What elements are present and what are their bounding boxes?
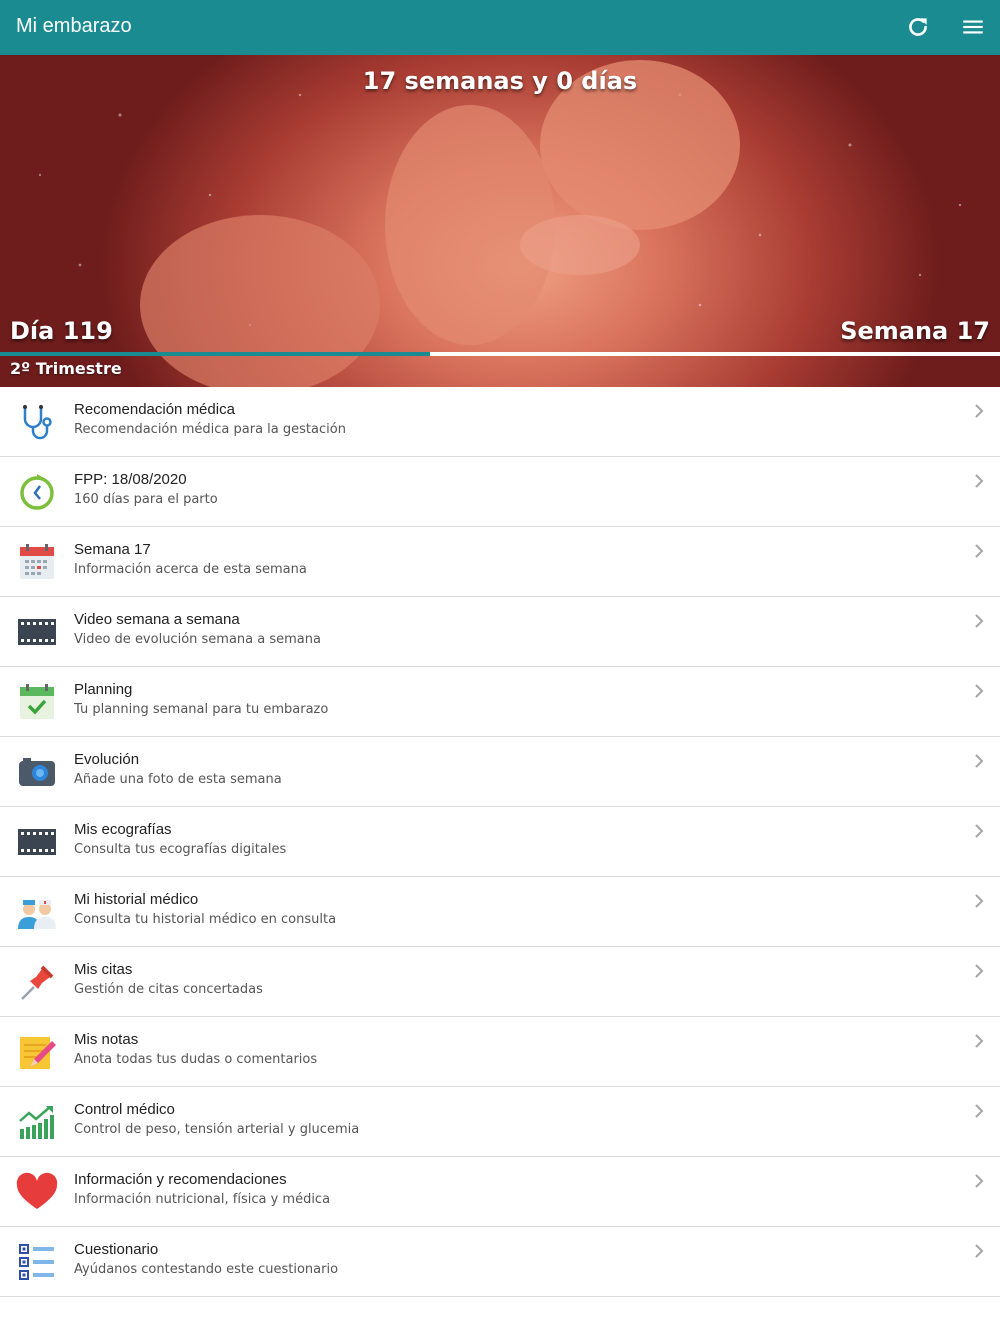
- gestation-heading: 17 semanas y 0 días: [362, 67, 638, 95]
- refresh-icon[interactable]: [905, 14, 931, 40]
- item-title: Mis ecografías: [74, 821, 172, 838]
- growth-chart-icon: [19, 1106, 54, 1139]
- item-subtitle: Recomendación médica para la gestación: [74, 422, 346, 437]
- item-title: Mi historial médico: [74, 891, 199, 908]
- list-item[interactable]: Control médico Control de peso, tensión …: [0, 1087, 1000, 1157]
- item-subtitle: 160 días para el parto: [74, 492, 218, 507]
- item-title: Video semana a semana: [74, 611, 240, 628]
- item-subtitle: Añade una foto de esta semana: [74, 772, 282, 787]
- list-item[interactable]: Evolución Añade una foto de esta semana: [0, 737, 1000, 807]
- calendar-icon: [20, 544, 54, 579]
- chevron-right-icon: [975, 684, 984, 698]
- item-title: Control médico: [74, 1101, 175, 1118]
- menu-list: Recomendación médica Recomendación médic…: [0, 387, 1000, 1297]
- item-subtitle: Video de evolución semana a semana: [74, 632, 321, 647]
- chevron-right-icon: [975, 614, 984, 628]
- item-title: Cuestionario: [74, 1241, 159, 1258]
- item-title: Evolución: [74, 751, 140, 768]
- item-subtitle: Consulta tu historial médico en consulta: [74, 912, 337, 927]
- camera-icon: [19, 758, 55, 786]
- heart-icon: [16, 1172, 58, 1209]
- item-subtitle: Información nutricional, física y médica: [74, 1192, 331, 1207]
- chevron-right-icon: [975, 1174, 984, 1188]
- doctors-icon: [18, 900, 56, 929]
- app-title: Mi embarazo: [16, 15, 132, 37]
- list-item[interactable]: Mis notas Anota todas tus dudas o coment…: [0, 1017, 1000, 1087]
- item-title: Mis notas: [74, 1031, 139, 1048]
- chevron-right-icon: [975, 824, 984, 838]
- calendar-check-icon: [20, 684, 54, 719]
- stethoscope-icon: [23, 405, 52, 440]
- list-item[interactable]: Mis citas Gestión de citas concertadas: [0, 947, 1000, 1017]
- chevron-right-icon: [975, 474, 984, 488]
- chevron-right-icon: [975, 1244, 984, 1258]
- chevron-right-icon: [975, 404, 984, 418]
- film-icon: [18, 619, 56, 645]
- item-title: Información y recomendaciones: [74, 1171, 287, 1188]
- chevron-right-icon: [975, 1104, 984, 1118]
- fetus-hero-image: 17 semanas y 0 días Día 119 Semana 17 2º…: [0, 55, 1000, 387]
- list-item[interactable]: Mis ecografías Consulta tus ecografías d…: [0, 807, 1000, 877]
- notepad-icon: [20, 1037, 56, 1069]
- chevron-right-icon: [975, 544, 984, 558]
- item-subtitle: Información acerca de esta semana: [74, 562, 307, 577]
- item-subtitle: Tu planning semanal para tu embarazo: [74, 702, 329, 717]
- item-title: Semana 17: [74, 541, 151, 558]
- app-header: Mi embarazo: [0, 0, 1000, 55]
- list-item[interactable]: Video semana a semana Video de evolución…: [0, 597, 1000, 667]
- chevron-right-icon: [975, 894, 984, 908]
- list-item[interactable]: Recomendación médica Recomendación médic…: [0, 387, 1000, 457]
- pregnancy-progress-bar: [0, 352, 1000, 356]
- item-subtitle: Gestión de citas concertadas: [74, 982, 263, 997]
- item-subtitle: Control de peso, tensión arterial y gluc…: [74, 1122, 360, 1137]
- day-counter: Día 119: [10, 317, 113, 345]
- item-subtitle: Consulta tus ecografías digitales: [74, 842, 287, 857]
- pushpin-icon: [21, 965, 54, 1000]
- chevron-right-icon: [975, 754, 984, 768]
- list-item[interactable]: Información y recomendaciones Informació…: [0, 1157, 1000, 1227]
- item-title: Planning: [74, 681, 133, 698]
- checklist-icon: [19, 1244, 54, 1280]
- menu-icon[interactable]: [960, 14, 986, 40]
- item-title: Mis citas: [74, 961, 133, 978]
- item-title: Recomendación médica: [74, 401, 235, 418]
- progress-fill: [0, 352, 430, 356]
- list-item[interactable]: Cuestionario Ayúdanos contestando este c…: [0, 1227, 1000, 1297]
- list-item[interactable]: Mi historial médico Consulta tu historia…: [0, 877, 1000, 947]
- list-item[interactable]: FPP: 18/08/2020 160 días para el parto: [0, 457, 1000, 527]
- list-item[interactable]: Planning Tu planning semanal para tu emb…: [0, 667, 1000, 737]
- clock-icon: [20, 474, 54, 510]
- item-title: FPP: 18/08/2020: [74, 471, 187, 488]
- item-subtitle: Ayúdanos contestando este cuestionario: [74, 1262, 339, 1277]
- item-subtitle: Anota todas tus dudas o comentarios: [74, 1052, 318, 1067]
- chevron-right-icon: [975, 1034, 984, 1048]
- trimester-label: 2º Trimestre: [10, 359, 122, 378]
- chevron-right-icon: [975, 964, 984, 978]
- film-icon: [18, 829, 56, 855]
- week-counter: Semana 17: [840, 317, 990, 345]
- list-item[interactable]: Semana 17 Información acerca de esta sem…: [0, 527, 1000, 597]
